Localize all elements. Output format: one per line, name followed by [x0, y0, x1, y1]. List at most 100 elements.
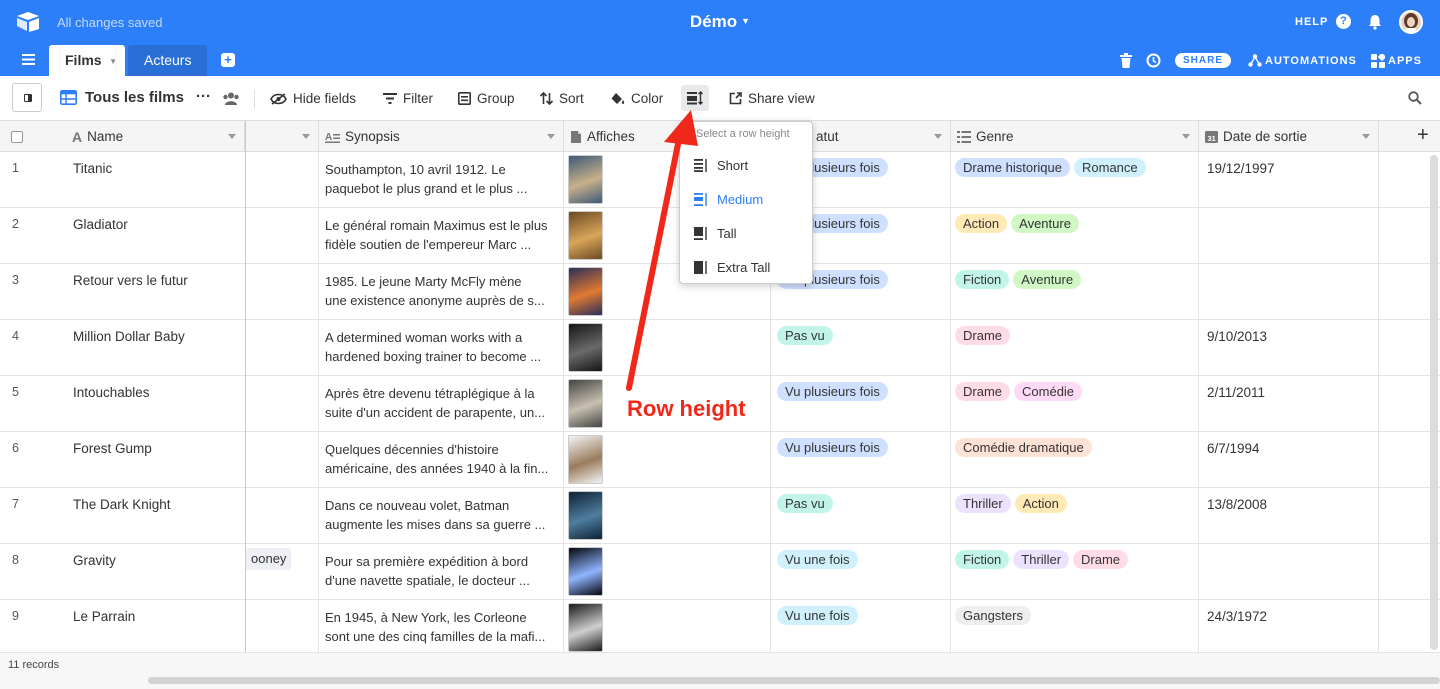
cell-genre[interactable]: Drame Comédie: [955, 382, 1086, 401]
cell-name[interactable]: Le Parrain: [73, 609, 135, 624]
poster-thumbnail[interactable]: [568, 603, 603, 652]
search-icon[interactable]: [1408, 91, 1422, 105]
horizontal-scrollbar[interactable]: [148, 677, 1440, 684]
cell-date[interactable]: 2/11/2011: [1207, 385, 1265, 400]
cell-genre[interactable]: Gangsters: [955, 606, 1035, 625]
row-height-option-medium[interactable]: Medium: [694, 186, 804, 212]
apps-button[interactable]: APPS: [1371, 54, 1422, 68]
tab-acteurs[interactable]: Acteurs: [128, 45, 208, 76]
base-menu-caret-icon[interactable]: ▼: [741, 16, 750, 26]
poster-thumbnail[interactable]: [568, 267, 603, 316]
cell-name[interactable]: Gravity: [73, 553, 116, 568]
column-header-genre[interactable]: Genre: [951, 121, 1199, 152]
sort-button[interactable]: Sort: [540, 91, 584, 106]
cell-statut[interactable]: Vu plusieurs fois: [777, 382, 892, 401]
add-field-icon[interactable]: +: [1417, 124, 1429, 147]
column-menu-caret-icon[interactable]: [547, 134, 555, 139]
poster-thumbnail[interactable]: [568, 435, 603, 484]
cell-name[interactable]: Titanic: [73, 161, 112, 176]
cell-name[interactable]: Retour vers le futur: [73, 273, 188, 288]
column-header-synopsis[interactable]: A Synopsis: [319, 121, 564, 152]
cell-synopsis[interactable]: A determined woman works with a hardened …: [325, 328, 560, 366]
add-table-icon[interactable]: +: [221, 53, 235, 67]
partial-cell-value[interactable]: ooney: [246, 548, 292, 570]
column-menu-caret-icon[interactable]: [228, 134, 236, 139]
share-view-button[interactable]: Share view: [729, 91, 815, 106]
cell-synopsis[interactable]: Dans ce nouveau volet, Batman augmente le…: [325, 496, 560, 534]
select-all-cell[interactable]: [0, 121, 58, 152]
cell-synopsis[interactable]: Après être devenu tétraplégique à la suit…: [325, 384, 560, 422]
table-row[interactable]: 9 Le Parrain En 1945, à New York, les Corl…: [0, 600, 1440, 656]
cell-name[interactable]: Gladiator: [73, 217, 128, 232]
cell-name[interactable]: The Dark Knight: [73, 497, 171, 512]
cell-statut[interactable]: Vu une fois: [777, 550, 862, 569]
poster-thumbnail[interactable]: [568, 491, 603, 540]
vertical-scrollbar[interactable]: [1430, 155, 1438, 650]
cell-synopsis[interactable]: Pour sa première expédition à bord d'une …: [325, 552, 560, 590]
cell-synopsis[interactable]: Southampton, 10 avril 1912. Le paquebot l…: [325, 160, 560, 198]
cell-genre[interactable]: Drame: [955, 326, 1014, 345]
table-row[interactable]: 7 The Dark Knight Dans ce nouveau volet, B…: [0, 488, 1440, 544]
view-more-icon[interactable]: ···: [196, 88, 211, 105]
menu-hamburger-icon[interactable]: [22, 54, 35, 65]
poster-thumbnail[interactable]: [568, 211, 603, 260]
column-menu-caret-icon[interactable]: [1362, 134, 1370, 139]
select-all-checkbox[interactable]: [11, 130, 23, 143]
row-height-option-extra-tall[interactable]: Extra Tall: [694, 254, 804, 280]
poster-thumbnail[interactable]: [568, 379, 603, 428]
cell-statut[interactable]: Vu une fois: [777, 606, 862, 625]
column-menu-caret-icon[interactable]: [1182, 134, 1190, 139]
cell-genre[interactable]: Comédie dramatique: [955, 438, 1096, 457]
filter-button[interactable]: Filter: [383, 91, 433, 106]
base-name[interactable]: Démo ▼: [0, 12, 1440, 32]
user-avatar[interactable]: [1399, 10, 1423, 34]
cell-synopsis[interactable]: Le général romain Maximus est le plus fid…: [325, 216, 560, 254]
row-height-option-tall[interactable]: Tall: [694, 220, 804, 246]
poster-thumbnail[interactable]: [568, 547, 603, 596]
cell-statut[interactable]: Pas vu: [777, 326, 837, 345]
cell-name[interactable]: Intouchables: [73, 385, 150, 400]
cell-date[interactable]: 13/8/2008: [1207, 497, 1267, 512]
table-row[interactable]: 8 Gravity Pour sa première expédition à bo…: [0, 544, 1440, 600]
column-menu-caret-icon[interactable]: [934, 134, 942, 139]
cell-statut[interactable]: Vu plusieurs fois: [777, 438, 892, 457]
notification-bell-icon[interactable]: [1368, 14, 1382, 30]
cell-date[interactable]: 24/3/1972: [1207, 609, 1267, 624]
cell-statut[interactable]: Pas vu: [777, 494, 837, 513]
hide-fields-button[interactable]: Hide fields: [270, 91, 356, 106]
row-height-option-short[interactable]: Short: [694, 152, 804, 178]
automations-button[interactable]: AUTOMATIONS: [1248, 54, 1357, 67]
trash-icon[interactable]: [1120, 53, 1132, 68]
cell-genre[interactable]: Thriller Action: [955, 494, 1071, 513]
tab-films[interactable]: Films ▼: [49, 45, 125, 76]
cell-date[interactable]: 19/12/1997: [1207, 161, 1275, 176]
cell-date[interactable]: 9/10/2013: [1207, 329, 1267, 344]
tab-caret-icon[interactable]: ▼: [109, 46, 117, 77]
history-icon[interactable]: [1146, 53, 1161, 68]
cell-genre[interactable]: Fiction Aventure: [955, 270, 1085, 289]
help-link[interactable]: HELP: [1295, 16, 1328, 28]
cell-genre[interactable]: Fiction Thriller Drame: [955, 550, 1132, 569]
column-menu-caret-icon[interactable]: [302, 134, 310, 139]
cell-genre[interactable]: Action Aventure: [955, 214, 1083, 233]
cell-synopsis[interactable]: 1985. Le jeune Marty McFly mène une exist…: [325, 272, 560, 310]
column-header-name[interactable]: A Name: [58, 121, 245, 152]
collaborators-icon[interactable]: [222, 92, 240, 105]
cell-name[interactable]: Million Dollar Baby: [73, 329, 185, 344]
column-header-date[interactable]: 31 Date de sortie: [1199, 121, 1379, 152]
cell-synopsis[interactable]: En 1945, à New York, les Corleone sont un…: [325, 608, 560, 646]
cell-name[interactable]: Forest Gump: [73, 441, 152, 456]
table-row[interactable]: 6 Forest Gump Quelques décennies d'histoir…: [0, 432, 1440, 488]
share-button[interactable]: SHARE: [1175, 53, 1232, 68]
view-switcher[interactable]: Tous les films: [60, 89, 184, 106]
group-button[interactable]: Group: [458, 91, 515, 106]
table-row[interactable]: 4 Million Dollar Baby A determined woman w…: [0, 320, 1440, 376]
column-header-hidden[interactable]: [246, 121, 319, 152]
cell-synopsis[interactable]: Quelques décennies d'histoire américaine,…: [325, 440, 560, 478]
poster-thumbnail[interactable]: [568, 155, 603, 204]
help-question-icon[interactable]: ?: [1336, 14, 1351, 29]
poster-thumbnail[interactable]: [568, 323, 603, 372]
views-sidebar-toggle[interactable]: [12, 83, 42, 112]
cell-date[interactable]: 6/7/1994: [1207, 441, 1260, 456]
cell-genre[interactable]: Drame historique Romance: [955, 158, 1150, 177]
